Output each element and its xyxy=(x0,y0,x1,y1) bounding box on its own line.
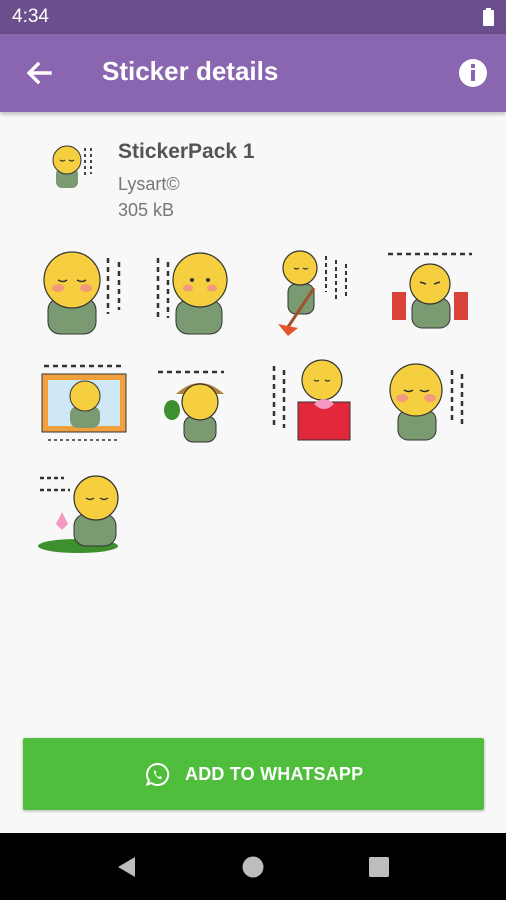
circle-home-icon[interactable] xyxy=(238,852,268,882)
sticker-9[interactable] xyxy=(34,464,130,560)
pack-publisher: Lysart© xyxy=(118,174,180,194)
info-icon xyxy=(459,59,487,87)
sticker-3[interactable] xyxy=(268,244,364,340)
info-button[interactable] xyxy=(458,58,488,88)
battery-full-icon xyxy=(483,8,494,26)
status-time: 4:34 xyxy=(12,6,49,27)
add-button-label: ADD TO WHATSAPP xyxy=(185,764,364,784)
pack-size: 305 kB xyxy=(118,200,175,220)
sticker-5[interactable] xyxy=(36,354,132,450)
pack-header: StickerPack 1 Lysart© 305 kB xyxy=(0,130,506,230)
triangle-back-icon[interactable] xyxy=(112,852,142,882)
sticker-8[interactable] xyxy=(382,354,478,450)
navigation-bar xyxy=(0,833,506,900)
pack-name: StickerPack 1 xyxy=(118,140,255,163)
square-recents-icon[interactable] xyxy=(364,852,394,882)
add-to-whatsapp-button[interactable]: ADD TO WHATSAPP xyxy=(23,738,484,810)
whatsapp-icon xyxy=(145,762,170,787)
tray-icon xyxy=(52,145,92,188)
sticker-1[interactable] xyxy=(34,244,130,340)
sticker-4[interactable] xyxy=(382,244,478,340)
sticker-2[interactable] xyxy=(150,244,246,340)
arrow-back-icon xyxy=(26,61,52,85)
status-bar: 4:34 xyxy=(0,0,506,34)
page-title: Sticker details xyxy=(102,56,279,86)
back-button[interactable] xyxy=(18,54,58,94)
sticker-6[interactable] xyxy=(152,354,248,450)
app-bar: Sticker details xyxy=(0,34,506,112)
sticker-7[interactable] xyxy=(266,354,362,450)
